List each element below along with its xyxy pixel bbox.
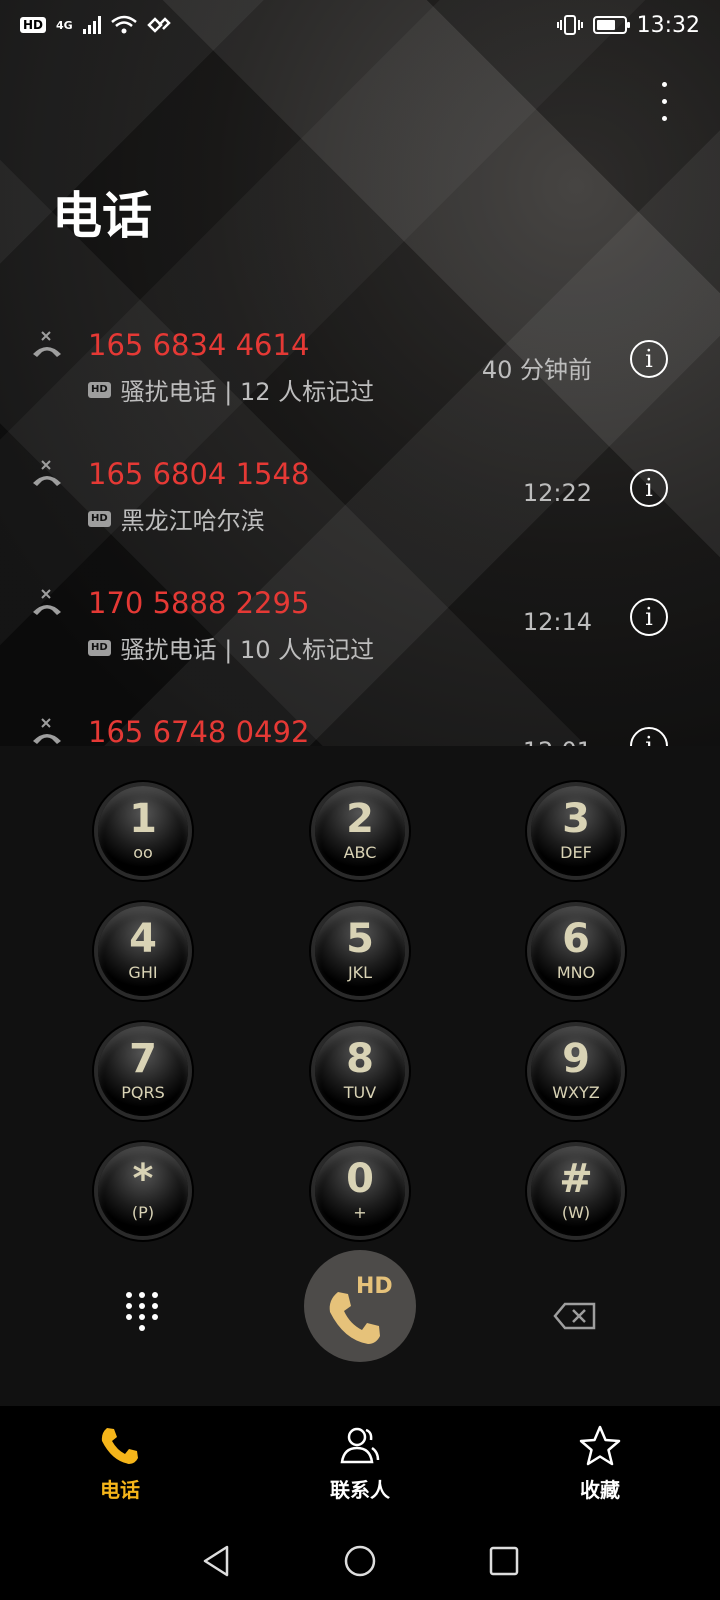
call-detail: HD 骚扰电话 | 10 人标记过 xyxy=(88,630,374,665)
call-detail: HD 骚扰电话 | 12 人标记过 xyxy=(88,372,374,407)
key-letters: MNO xyxy=(556,963,596,982)
key-8[interactable]: 8 TUV xyxy=(315,1026,405,1116)
call-detail: HD 黑龙江哈尔滨 xyxy=(88,501,265,536)
key-7[interactable]: 7 PQRS xyxy=(98,1026,188,1116)
key-4[interactable]: 4 GHI xyxy=(98,906,188,996)
key-letters: JKL xyxy=(347,963,373,982)
key-1[interactable]: 1 ᴏᴏ xyxy=(98,786,188,876)
call-number: 165 6834 4614 xyxy=(88,328,310,362)
vibrate-icon xyxy=(556,15,583,35)
page-title: 电话 xyxy=(52,187,152,245)
dialer-panel: 1 ᴏᴏ 2 ABC 3 DEF 4 GHI 5 JKL 6 MNO 7 PQRS 8 TUV … xyxy=(0,746,720,1406)
key-digit: 0 xyxy=(346,1156,374,1202)
key-star[interactable]: * (P) xyxy=(98,1146,188,1236)
call-log-row[interactable]: 165 6804 1548 HD 黑龙江哈尔滨 12:22 i xyxy=(0,447,720,576)
call-time: 12:14 xyxy=(522,608,592,636)
info-icon[interactable]: i xyxy=(630,469,668,507)
status-left: HD 4G xyxy=(20,15,171,35)
tab-phone[interactable]: 电话 xyxy=(0,1406,240,1522)
key-digit: 4 xyxy=(129,916,157,962)
missed-call-icon xyxy=(33,331,61,357)
status-right: 13:32 xyxy=(556,12,700,38)
call-time: 12:22 xyxy=(522,479,592,507)
signal-icon xyxy=(82,16,101,34)
key-3[interactable]: 3 DEF xyxy=(531,786,621,876)
battery-icon xyxy=(592,16,630,34)
contacts-icon xyxy=(340,1427,380,1464)
tab-contacts[interactable]: 联系人 xyxy=(240,1406,480,1522)
call-time: 40 分钟前 xyxy=(481,356,592,384)
missed-call-icon xyxy=(33,460,61,486)
key-letters: ABC xyxy=(343,843,377,862)
key-digit: 5 xyxy=(346,916,374,962)
call-description: 黑龙江哈尔滨 xyxy=(120,507,265,535)
key-digit: # xyxy=(559,1156,593,1202)
key-digit: 1 xyxy=(129,796,157,842)
wifi-icon xyxy=(110,15,137,34)
more-options-icon[interactable] xyxy=(660,82,668,126)
key-digit: 7 xyxy=(129,1036,157,1082)
dialer-actions: HD xyxy=(0,1250,720,1362)
missed-call-icon xyxy=(33,589,61,615)
call-log-row[interactable]: 170 5888 2295 HD 骚扰电话 | 10 人标记过 12:14 i xyxy=(0,576,720,705)
tab-label: 收藏 xyxy=(580,1478,620,1502)
phone-tab-icon xyxy=(101,1428,138,1464)
status-bar: HD 4G 13:32 xyxy=(0,0,720,50)
key-digit: 3 xyxy=(562,796,590,842)
hd-tag: HD xyxy=(88,381,111,398)
key-letters: (W) xyxy=(561,1203,591,1222)
backspace-icon[interactable] xyxy=(553,1302,597,1330)
tab-label: 联系人 xyxy=(330,1478,390,1502)
call-number: 165 6804 1548 xyxy=(88,457,310,491)
info-icon[interactable]: i xyxy=(630,340,668,378)
call-number: 170 5888 2295 xyxy=(88,586,310,620)
key-5[interactable]: 5 JKL xyxy=(315,906,405,996)
tab-label: 电话 xyxy=(100,1478,140,1502)
status-time: 13:32 xyxy=(636,12,700,38)
call-number: 165 6748 0492 xyxy=(88,715,310,746)
star-icon xyxy=(579,1425,621,1466)
key-hash[interactable]: # (W) xyxy=(531,1146,621,1236)
key-digit: 8 xyxy=(346,1036,374,1082)
key-2[interactable]: 2 ABC xyxy=(315,786,405,876)
recents-icon[interactable] xyxy=(487,1544,521,1578)
key-0[interactable]: 0 + xyxy=(315,1146,405,1236)
system-nav-bar xyxy=(0,1522,720,1600)
hotspot-icon xyxy=(146,17,171,33)
info-icon[interactable]: i xyxy=(630,598,668,636)
info-icon[interactable]: i xyxy=(630,727,668,746)
key-letters: + xyxy=(353,1203,367,1222)
call-description: 骚扰电话 | 10 人标记过 xyxy=(120,636,375,664)
key-digit: 2 xyxy=(346,796,374,842)
key-6[interactable]: 6 MNO xyxy=(531,906,621,996)
call-button[interactable]: HD xyxy=(304,1250,416,1362)
key-letters: PQRS xyxy=(121,1083,165,1102)
network-type: 4G xyxy=(56,18,73,32)
missed-call-icon xyxy=(33,718,61,744)
key-letters: GHI xyxy=(128,963,158,982)
call-time: 12:01 xyxy=(523,737,592,746)
back-icon[interactable] xyxy=(199,1544,233,1578)
key-9[interactable]: 9 WXYZ xyxy=(531,1026,621,1116)
key-digit: * xyxy=(132,1156,154,1202)
key-letters: (P) xyxy=(131,1203,155,1222)
call-log-list[interactable]: 165 6834 4614 HD 骚扰电话 | 12 人标记过 40 分钟前 i … xyxy=(0,318,720,746)
key-digit: 9 xyxy=(562,1036,590,1082)
hd-tag: HD xyxy=(88,510,111,527)
key-letters: DEF xyxy=(560,843,592,862)
key-letters: TUV xyxy=(343,1083,377,1102)
key-digit: 6 xyxy=(562,916,590,962)
home-icon[interactable] xyxy=(343,1544,377,1578)
call-description: 骚扰电话 | 12 人标记过 xyxy=(120,378,375,406)
voicemail-icon: ᴏᴏ xyxy=(133,843,153,862)
tab-favorites[interactable]: 收藏 xyxy=(480,1406,720,1522)
call-log-row[interactable]: 165 6748 0492 12:01 i xyxy=(0,705,720,746)
bottom-tab-bar: 电话 联系人 收藏 xyxy=(0,1406,720,1522)
dialpad-toggle-icon[interactable] xyxy=(126,1292,160,1334)
hd-voice-badge: HD xyxy=(20,17,47,33)
hd-call-label: HD xyxy=(356,1274,393,1299)
key-letters: WXYZ xyxy=(552,1083,600,1102)
hd-tag: HD xyxy=(88,639,111,656)
call-log-row[interactable]: 165 6834 4614 HD 骚扰电话 | 12 人标记过 40 分钟前 i xyxy=(0,318,720,447)
